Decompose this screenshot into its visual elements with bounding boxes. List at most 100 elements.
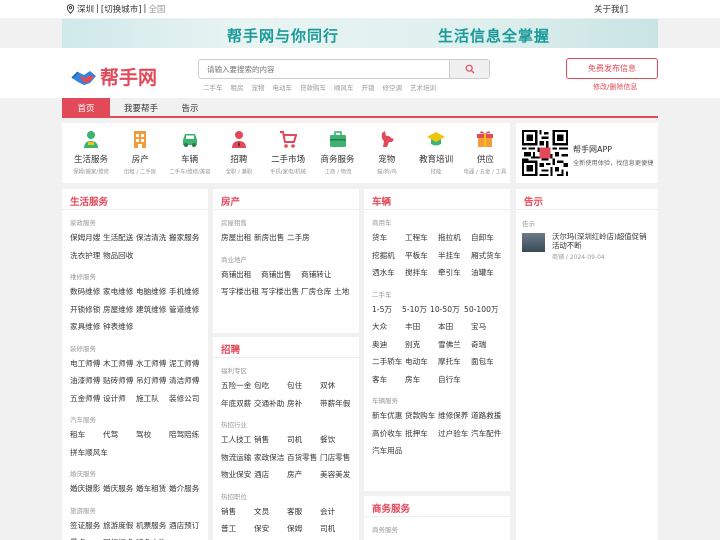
category-link[interactable]: 房屋维修 — [103, 304, 133, 315]
category-link[interactable]: 婚庆摄影 — [70, 483, 100, 494]
category-link[interactable]: 商铺出售 — [261, 269, 291, 280]
category-link[interactable]: 数码维修 — [70, 286, 100, 297]
category-link[interactable]: 本田 — [438, 321, 453, 332]
category-link[interactable]: 宝马 — [471, 321, 486, 332]
category-link[interactable]: 大众 — [372, 321, 387, 332]
category-link[interactable]: 双休 — [320, 380, 335, 391]
category-link[interactable]: 房屋出租 — [221, 232, 251, 243]
category-item[interactable]: 教育培训 技能 — [411, 129, 461, 176]
hotword-link[interactable]: 顺风车 — [334, 82, 354, 92]
category-link[interactable]: 婚车租赁 — [136, 483, 166, 494]
category-link[interactable]: 面包车 — [471, 356, 494, 367]
category-link[interactable]: 驾校 — [136, 429, 151, 440]
publish-info-button[interactable]: 免费发布信息 — [566, 58, 658, 79]
category-link[interactable]: 物品回收 — [103, 250, 133, 261]
category-link[interactable]: 客车 — [372, 374, 387, 385]
hotword-link[interactable]: 宠物 — [252, 82, 265, 92]
hotword-link[interactable]: 贷款购车 — [300, 82, 326, 92]
category-link[interactable]: 五金师傅 — [70, 393, 100, 404]
category-link[interactable]: 司机 — [320, 523, 335, 534]
category-link[interactable]: 保安 — [254, 523, 269, 534]
category-link[interactable]: 1-5万 — [372, 304, 392, 315]
category-item[interactable]: 二手市场 手机/家电/机械 — [263, 129, 313, 176]
category-link[interactable]: 50-100万 — [464, 304, 499, 315]
panel-title[interactable]: 商务服务 — [372, 501, 410, 515]
category-link[interactable]: 货车 — [372, 232, 387, 243]
category-link[interactable]: 房补 — [287, 398, 302, 409]
category-link[interactable]: 文员 — [254, 506, 269, 517]
panel-title[interactable]: 告示 — [524, 194, 543, 208]
category-link[interactable]: 油罐车 — [471, 267, 494, 278]
category-link[interactable]: 物业保安 — [221, 469, 251, 480]
hotword-link[interactable]: 二手车 — [203, 82, 223, 92]
about-us-link[interactable]: 关于我们 — [594, 3, 628, 15]
category-link[interactable]: 管道维修 — [169, 304, 199, 315]
category-link[interactable]: 五险一金 — [221, 380, 251, 391]
category-item[interactable]: 供应 电器 / 五金 / 工具 — [460, 129, 510, 176]
category-link[interactable]: 半挂车 — [438, 250, 461, 261]
category-link[interactable]: 电工师傅 — [70, 358, 100, 369]
category-link[interactable]: 厢式货车 — [471, 250, 501, 261]
category-link[interactable]: 高价收车 — [372, 428, 402, 439]
category-link[interactable]: 家政保洁 — [254, 452, 284, 463]
category-link[interactable]: 奥迪 — [372, 339, 387, 350]
panel-title[interactable]: 招聘 — [221, 342, 240, 356]
hotword-link[interactable]: 电动车 — [273, 82, 293, 92]
category-link[interactable]: 设计师 — [103, 393, 126, 404]
category-link[interactable]: 保洁清洗 — [136, 232, 166, 243]
category-link[interactable]: 交通补助 — [254, 398, 284, 409]
category-link[interactable]: 婚庆服务 — [103, 483, 133, 494]
category-link[interactable]: 清洁师傅 — [169, 375, 199, 386]
category-link[interactable]: 租车 — [70, 429, 85, 440]
category-link[interactable]: 施工队 — [136, 393, 159, 404]
category-link[interactable]: 会计 — [320, 506, 335, 517]
category-link[interactable]: 销售 — [221, 506, 236, 517]
category-link[interactable]: 餐饮 — [320, 434, 335, 445]
category-link[interactable]: 工程车 — [405, 232, 428, 243]
category-item[interactable]: 生活服务 保姆/搬家/维修 — [66, 129, 116, 176]
category-link[interactable]: 牵引车 — [438, 267, 461, 278]
category-link[interactable]: 写字楼出售 — [261, 286, 299, 297]
tab-home[interactable]: 首页 — [62, 98, 110, 118]
category-link[interactable]: 客服 — [287, 506, 302, 517]
category-link[interactable]: 搅拌车 — [405, 267, 428, 278]
category-link[interactable]: 拖拉机 — [438, 232, 461, 243]
category-link[interactable]: 吊灯师傅 — [136, 375, 166, 386]
modify-delete-link[interactable]: 修改/删除信息 — [593, 82, 637, 92]
category-link[interactable]: 保姆月嫂 — [70, 232, 100, 243]
category-link[interactable]: 洒水车 — [372, 267, 395, 278]
category-link[interactable]: 手机维修 — [169, 286, 199, 297]
category-link[interactable]: 年底双薪 — [221, 398, 251, 409]
category-link[interactable]: 抵押车 — [405, 428, 428, 439]
category-link[interactable]: 拼车顺风车 — [70, 447, 108, 458]
category-link[interactable]: 门店零售 — [320, 452, 350, 463]
category-link[interactable]: 保姆 — [287, 523, 302, 534]
category-link[interactable]: 家具维修 — [70, 321, 100, 332]
panel-title[interactable]: 房产 — [221, 194, 240, 208]
category-link[interactable]: 摩托车 — [438, 356, 461, 367]
search-button[interactable] — [449, 60, 489, 78]
category-item[interactable]: 商务服务 工商 / 物流 — [313, 129, 363, 176]
search-input[interactable] — [199, 60, 449, 78]
category-link[interactable]: 平板车 — [405, 250, 428, 261]
hotword-link[interactable]: 艺术培训 — [410, 82, 436, 92]
category-link[interactable]: 房产 — [287, 469, 302, 480]
category-link[interactable]: 商铺出租 — [221, 269, 251, 280]
category-link[interactable]: 钟表维修 — [103, 321, 133, 332]
all-country-link[interactable]: 全国 — [148, 3, 165, 15]
category-link[interactable]: 工人技工 — [221, 434, 251, 445]
category-link[interactable]: 酒店预订 — [169, 520, 199, 531]
notice-item-title[interactable]: 沃尔玛(深圳红岭店)超值促销活动不断 — [552, 232, 652, 250]
category-link[interactable]: 贷款购车 — [405, 410, 435, 421]
category-link[interactable]: 带薪年假 — [320, 398, 350, 409]
category-link[interactable]: 百货零售 — [287, 452, 317, 463]
category-link[interactable]: 酒店 — [254, 469, 269, 480]
hotword-link[interactable]: 修空调 — [383, 82, 403, 92]
category-link[interactable]: 搬家服务 — [169, 232, 199, 243]
category-link[interactable]: 水工师傅 — [136, 358, 166, 369]
tab-want-helper[interactable]: 我要帮手 — [112, 98, 170, 118]
category-link[interactable]: 房车 — [405, 374, 420, 385]
category-item[interactable]: 招聘 全职 / 兼职 — [214, 129, 264, 176]
category-link[interactable]: 机票服务 — [136, 520, 166, 531]
category-link[interactable]: 旅游度假 — [103, 520, 133, 531]
